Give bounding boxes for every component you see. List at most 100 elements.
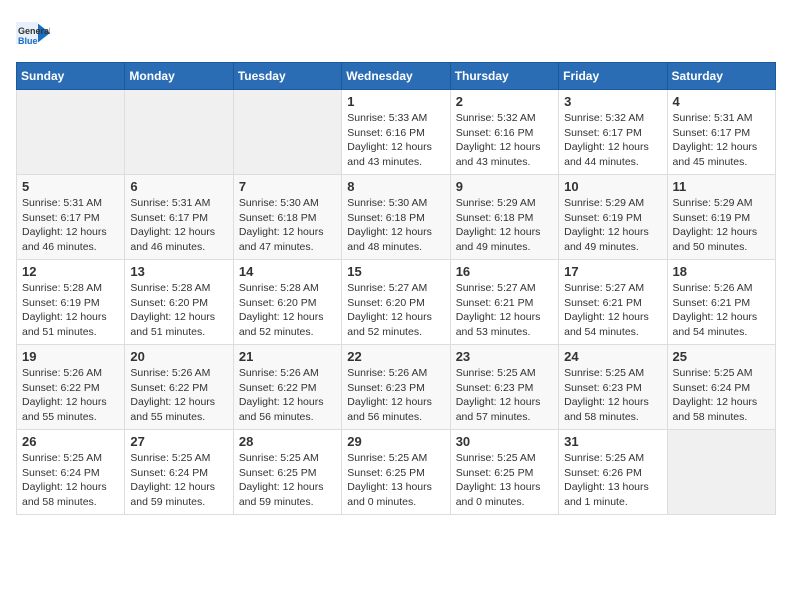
day-info: Sunrise: 5:29 AMSunset: 6:19 PMDaylight:… <box>673 196 770 255</box>
day-info: Sunrise: 5:32 AMSunset: 6:16 PMDaylight:… <box>456 111 553 170</box>
calendar-header: SundayMondayTuesdayWednesdayThursdayFrid… <box>17 63 776 90</box>
day-number: 19 <box>22 349 119 364</box>
week-row-4: 19 Sunrise: 5:26 AMSunset: 6:22 PMDayligh… <box>17 345 776 430</box>
day-info: Sunrise: 5:25 AMSunset: 6:24 PMDaylight:… <box>22 451 119 510</box>
header: GeneralBlue <box>16 16 776 50</box>
calendar-cell: 18Sunrise: 5:26 AMSunset: 6:21 PMDayligh… <box>667 260 775 345</box>
day-number: 7 <box>239 179 336 194</box>
day-number: 28 <box>239 434 336 449</box>
day-number: 11 <box>673 179 770 194</box>
logo: GeneralBlue <box>16 16 50 50</box>
calendar-cell: 22Sunrise: 5:26 AMSunset: 6:23 PMDayligh… <box>342 345 450 430</box>
day-info: Sunrise: 5:25 AMSunset: 6:23 PMDaylight:… <box>456 366 553 425</box>
calendar-cell: 28Sunrise: 5:25 AMSunset: 6:25 PMDayligh… <box>233 430 341 515</box>
calendar-body: 1 Sunrise: 5:33 AMSunset: 6:16 PMDaylight… <box>17 90 776 515</box>
day-number: 27 <box>130 434 227 449</box>
calendar-cell: 25 Sunrise: 5:25 AMSunset: 6:24 PMDayligh… <box>667 345 775 430</box>
day-info: Sunrise: 5:25 AMSunset: 6:26 PMDaylight:… <box>564 451 661 510</box>
header-day-sunday: Sunday <box>17 63 125 90</box>
day-info: Sunrise: 5:26 AMSunset: 6:21 PMDaylight:… <box>673 281 770 340</box>
day-number: 13 <box>130 264 227 279</box>
day-info: Sunrise: 5:31 AMSunset: 6:17 PMDaylight:… <box>22 196 119 255</box>
day-number: 6 <box>130 179 227 194</box>
day-info: Sunrise: 5:26 AMSunset: 6:22 PMDaylight:… <box>239 366 336 425</box>
day-info: Sunrise: 5:25 AMSunset: 6:23 PMDaylight:… <box>564 366 661 425</box>
header-row: SundayMondayTuesdayWednesdayThursdayFrid… <box>17 63 776 90</box>
calendar-cell: 23Sunrise: 5:25 AMSunset: 6:23 PMDayligh… <box>450 345 558 430</box>
day-number: 8 <box>347 179 444 194</box>
day-info: Sunrise: 5:26 AMSunset: 6:23 PMDaylight:… <box>347 366 444 425</box>
day-info: Sunrise: 5:29 AMSunset: 6:18 PMDaylight:… <box>456 196 553 255</box>
calendar-table: SundayMondayTuesdayWednesdayThursdayFrid… <box>16 62 776 515</box>
calendar-cell <box>233 90 341 175</box>
day-number: 3 <box>564 94 661 109</box>
calendar-cell: 8 Sunrise: 5:30 AMSunset: 6:18 PMDaylight… <box>342 175 450 260</box>
calendar-cell: 17 Sunrise: 5:27 AMSunset: 6:21 PMDayligh… <box>559 260 667 345</box>
day-info: Sunrise: 5:26 AMSunset: 6:22 PMDaylight:… <box>22 366 119 425</box>
day-number: 17 <box>564 264 661 279</box>
day-number: 4 <box>673 94 770 109</box>
day-number: 2 <box>456 94 553 109</box>
day-info: Sunrise: 5:27 AMSunset: 6:21 PMDaylight:… <box>564 281 661 340</box>
day-info: Sunrise: 5:26 AMSunset: 6:22 PMDaylight:… <box>130 366 227 425</box>
calendar-cell: 21Sunrise: 5:26 AMSunset: 6:22 PMDayligh… <box>233 345 341 430</box>
calendar-cell: 1 Sunrise: 5:33 AMSunset: 6:16 PMDaylight… <box>342 90 450 175</box>
day-info: Sunrise: 5:25 AMSunset: 6:25 PMDaylight:… <box>456 451 553 510</box>
calendar-cell: 4 Sunrise: 5:31 AMSunset: 6:17 PMDaylight… <box>667 90 775 175</box>
calendar-cell <box>667 430 775 515</box>
calendar-cell: 31 Sunrise: 5:25 AMSunset: 6:26 PMDayligh… <box>559 430 667 515</box>
calendar-cell: 19 Sunrise: 5:26 AMSunset: 6:22 PMDayligh… <box>17 345 125 430</box>
week-row-3: 12Sunrise: 5:28 AMSunset: 6:19 PMDayligh… <box>17 260 776 345</box>
calendar-cell: 30 Sunrise: 5:25 AMSunset: 6:25 PMDayligh… <box>450 430 558 515</box>
day-info: Sunrise: 5:29 AMSunset: 6:19 PMDaylight:… <box>564 196 661 255</box>
day-number: 14 <box>239 264 336 279</box>
calendar-cell: 11 Sunrise: 5:29 AMSunset: 6:19 PMDayligh… <box>667 175 775 260</box>
day-info: Sunrise: 5:32 AMSunset: 6:17 PMDaylight:… <box>564 111 661 170</box>
week-row-2: 5 Sunrise: 5:31 AMSunset: 6:17 PMDaylight… <box>17 175 776 260</box>
day-info: Sunrise: 5:28 AMSunset: 6:20 PMDaylight:… <box>239 281 336 340</box>
day-info: Sunrise: 5:25 AMSunset: 6:24 PMDaylight:… <box>673 366 770 425</box>
day-number: 30 <box>456 434 553 449</box>
calendar-cell: 14 Sunrise: 5:28 AMSunset: 6:20 PMDayligh… <box>233 260 341 345</box>
day-info: Sunrise: 5:25 AMSunset: 6:25 PMDaylight:… <box>347 451 444 510</box>
day-number: 16 <box>456 264 553 279</box>
calendar-cell: 12Sunrise: 5:28 AMSunset: 6:19 PMDayligh… <box>17 260 125 345</box>
day-info: Sunrise: 5:27 AMSunset: 6:21 PMDaylight:… <box>456 281 553 340</box>
day-number: 26 <box>22 434 119 449</box>
day-info: Sunrise: 5:25 AMSunset: 6:24 PMDaylight:… <box>130 451 227 510</box>
day-info: Sunrise: 5:33 AMSunset: 6:16 PMDaylight:… <box>347 111 444 170</box>
day-number: 1 <box>347 94 444 109</box>
calendar-cell: 24Sunrise: 5:25 AMSunset: 6:23 PMDayligh… <box>559 345 667 430</box>
calendar-cell: 15 Sunrise: 5:27 AMSunset: 6:20 PMDayligh… <box>342 260 450 345</box>
calendar-cell: 29Sunrise: 5:25 AMSunset: 6:25 PMDayligh… <box>342 430 450 515</box>
calendar-cell: 27 Sunrise: 5:25 AMSunset: 6:24 PMDayligh… <box>125 430 233 515</box>
day-number: 9 <box>456 179 553 194</box>
calendar-cell: 9 Sunrise: 5:29 AMSunset: 6:18 PMDaylight… <box>450 175 558 260</box>
header-day-friday: Friday <box>559 63 667 90</box>
calendar-cell: 26 Sunrise: 5:25 AMSunset: 6:24 PMDayligh… <box>17 430 125 515</box>
header-day-monday: Monday <box>125 63 233 90</box>
calendar-cell: 13Sunrise: 5:28 AMSunset: 6:20 PMDayligh… <box>125 260 233 345</box>
calendar-cell: 10Sunrise: 5:29 AMSunset: 6:19 PMDayligh… <box>559 175 667 260</box>
day-info: Sunrise: 5:31 AMSunset: 6:17 PMDaylight:… <box>673 111 770 170</box>
week-row-1: 1 Sunrise: 5:33 AMSunset: 6:16 PMDaylight… <box>17 90 776 175</box>
header-day-wednesday: Wednesday <box>342 63 450 90</box>
week-row-5: 26 Sunrise: 5:25 AMSunset: 6:24 PMDayligh… <box>17 430 776 515</box>
header-day-thursday: Thursday <box>450 63 558 90</box>
day-info: Sunrise: 5:28 AMSunset: 6:19 PMDaylight:… <box>22 281 119 340</box>
day-info: Sunrise: 5:30 AMSunset: 6:18 PMDaylight:… <box>239 196 336 255</box>
day-number: 25 <box>673 349 770 364</box>
header-day-saturday: Saturday <box>667 63 775 90</box>
day-number: 20 <box>130 349 227 364</box>
day-info: Sunrise: 5:27 AMSunset: 6:20 PMDaylight:… <box>347 281 444 340</box>
header-day-tuesday: Tuesday <box>233 63 341 90</box>
day-info: Sunrise: 5:30 AMSunset: 6:18 PMDaylight:… <box>347 196 444 255</box>
calendar-cell: 7 Sunrise: 5:30 AMSunset: 6:18 PMDaylight… <box>233 175 341 260</box>
day-number: 5 <box>22 179 119 194</box>
calendar-cell <box>125 90 233 175</box>
day-number: 31 <box>564 434 661 449</box>
calendar-cell: 5 Sunrise: 5:31 AMSunset: 6:17 PMDaylight… <box>17 175 125 260</box>
day-number: 15 <box>347 264 444 279</box>
calendar-cell: 3 Sunrise: 5:32 AMSunset: 6:17 PMDaylight… <box>559 90 667 175</box>
day-info: Sunrise: 5:31 AMSunset: 6:17 PMDaylight:… <box>130 196 227 255</box>
